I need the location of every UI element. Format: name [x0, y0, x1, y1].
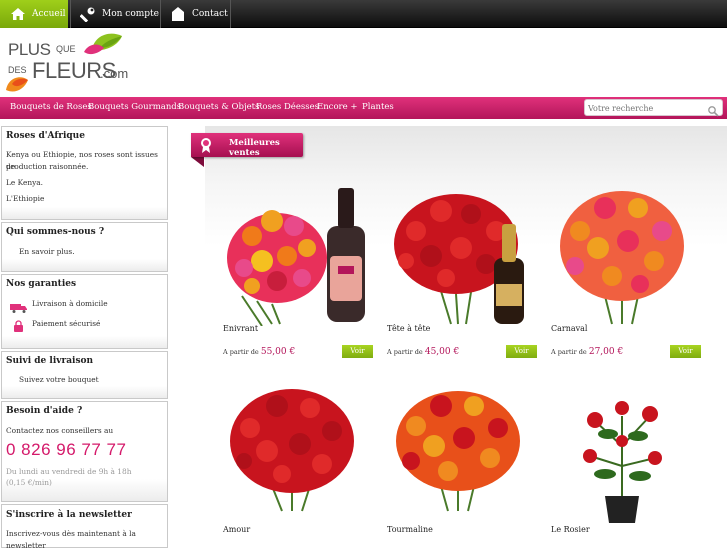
product-card[interactable]: Enivrant A partir de 55,00 € Voir	[222, 186, 373, 366]
topnav-accueil-label: Accueil	[32, 9, 66, 19]
nos-garanties-title: Nos garanties	[6, 279, 77, 289]
product-card[interactable]: Le Rosier	[550, 386, 700, 545]
product-image[interactable]	[386, 186, 536, 326]
product-name[interactable]: Carnaval	[551, 324, 587, 333]
price-prefix: A partir de	[223, 348, 259, 356]
product-price: A partir de 45,00 €	[387, 347, 459, 357]
voir-button[interactable]: Voir	[506, 345, 537, 358]
price-prefix: A partir de	[551, 348, 587, 356]
topnav-contact[interactable]: Contact	[170, 0, 230, 28]
price-value: 55,00 €	[260, 347, 296, 357]
voir-button[interactable]: Voir	[342, 345, 373, 358]
product-name[interactable]: Le Rosier	[551, 525, 590, 534]
voir-button[interactable]: Voir	[670, 345, 701, 358]
box-shade	[2, 386, 167, 398]
besoin-aide-title: Besoin d'aide ?	[6, 406, 83, 416]
section-title: Meilleures ventes	[229, 138, 280, 158]
roses-afrique-text-2: production raisonnée.	[6, 162, 89, 171]
product-name[interactable]: Tourmaline	[387, 525, 433, 534]
logo-text-que: QUE	[56, 44, 76, 54]
link-en-savoir-plus[interactable]: En savoir plus.	[19, 246, 75, 258]
product-name[interactable]: Amour	[223, 525, 250, 534]
phone-number[interactable]: 0 826 96 77 77	[6, 440, 126, 460]
truck-icon	[10, 298, 28, 317]
sidebar-qui-sommes-nous: Qui sommes-nous ? En savoir plus.	[1, 222, 168, 272]
top-divider	[230, 0, 231, 28]
qui-sommes-nous-title: Qui sommes-nous ?	[6, 227, 105, 237]
box-shade	[2, 259, 167, 271]
top-divider	[160, 0, 161, 28]
topnav-accueil[interactable]: Accueil	[0, 0, 68, 28]
top-bar: Accueil Mon compte Contact	[0, 0, 727, 28]
box-shade	[2, 207, 167, 219]
sidebar-newsletter: S'inscrire à la newsletter Inscrivez-vou…	[1, 504, 168, 550]
product-image[interactable]	[222, 186, 372, 326]
newsletter-text-2: newsletter	[6, 541, 46, 550]
box-shade	[2, 336, 167, 348]
logo-text-des: DES	[8, 65, 27, 75]
link-suivez-bouquet[interactable]: Suivez votre bouquet	[19, 374, 99, 386]
product-card[interactable]: Carnaval A partir de 27,00 € Voir	[550, 186, 701, 366]
product-name[interactable]: Tête à tête	[387, 324, 430, 333]
logo-text-com: .com	[100, 66, 129, 81]
product-price: A partir de 27,00 €	[551, 347, 623, 357]
home-icon	[10, 6, 26, 22]
topnav-contact-label: Contact	[192, 9, 228, 19]
award-icon	[199, 137, 213, 153]
newsletter-title: S'inscrire à la newsletter	[6, 510, 132, 520]
product-card[interactable]: Tourmaline	[386, 386, 536, 545]
roses-afrique-title: Roses d'Afrique	[6, 131, 85, 141]
sidebar-roses-afrique: Roses d'Afrique Kenya ou Ethiopie, nos r…	[1, 126, 168, 220]
newsletter-text: Inscrivez-vous dès maintenant à la	[6, 529, 136, 538]
nav-bouquets-objets[interactable]: Bouquets & Objets	[178, 97, 259, 119]
product-image[interactable]	[222, 386, 372, 526]
product-name[interactable]: Enivrant	[223, 324, 258, 333]
search-box	[584, 99, 723, 117]
price-prefix: A partir de	[387, 348, 423, 356]
nav-encore-plus[interactable]: Encore +	[317, 97, 357, 119]
house-icon	[170, 6, 186, 22]
suivi-livraison-title: Suivi de livraison	[6, 356, 94, 366]
nav-plantes[interactable]: Plantes	[362, 97, 394, 119]
product-card[interactable]: Tête à tête A partir de 45,00 € Voir	[386, 186, 537, 366]
product-price: A partir de 55,00 €	[223, 347, 295, 357]
sidebar-besoin-aide: Besoin d'aide ? Contactez nos conseiller…	[1, 401, 168, 502]
section-ribbon: Meilleures ventes	[191, 133, 303, 158]
nav-roses-deesses[interactable]: Roses Déesses	[256, 97, 319, 119]
sidebar-nos-garanties: Nos garanties Livraison à domicile Paiem…	[1, 274, 168, 349]
logo-text-plus: PLUS	[8, 40, 51, 59]
site-logo[interactable]: PLUS QUE DES FLEURS .com	[4, 30, 134, 96]
price-value: 27,00 €	[588, 347, 624, 357]
link-kenya[interactable]: Le Kenya.	[6, 177, 43, 189]
wrench-icon	[80, 6, 96, 22]
search-icon[interactable]	[707, 102, 719, 117]
product-card[interactable]: Amour	[222, 386, 372, 545]
sidebar-suivi-livraison: Suivi de livraison Suivez votre bouquet	[1, 351, 168, 399]
garantie-paiement: Paiement sécurisé	[32, 319, 101, 328]
price-value: 45,00 €	[424, 347, 460, 357]
ribbon-fold	[191, 157, 204, 167]
link-ethiopie[interactable]: L'Ethiopie	[6, 193, 44, 205]
nav-bouquets-gourmands[interactable]: Bouquets Gourmands	[88, 97, 181, 119]
search-input[interactable]	[588, 101, 706, 115]
topnav-mon-compte-label: Mon compte	[102, 9, 159, 19]
topnav-mon-compte[interactable]: Mon compte	[80, 0, 160, 28]
aide-text: Contactez nos conseillers au	[6, 426, 114, 435]
product-image[interactable]	[550, 386, 700, 526]
nav-bouquets-de-roses[interactable]: Bouquets de Roses	[10, 97, 92, 119]
garantie-livraison: Livraison à domicile	[32, 299, 108, 308]
product-image[interactable]	[386, 386, 536, 526]
aide-cost: (0,15 €/min)	[6, 478, 52, 487]
product-image[interactable]	[550, 186, 700, 326]
lock-icon	[13, 317, 24, 336]
top-divider	[70, 0, 71, 28]
